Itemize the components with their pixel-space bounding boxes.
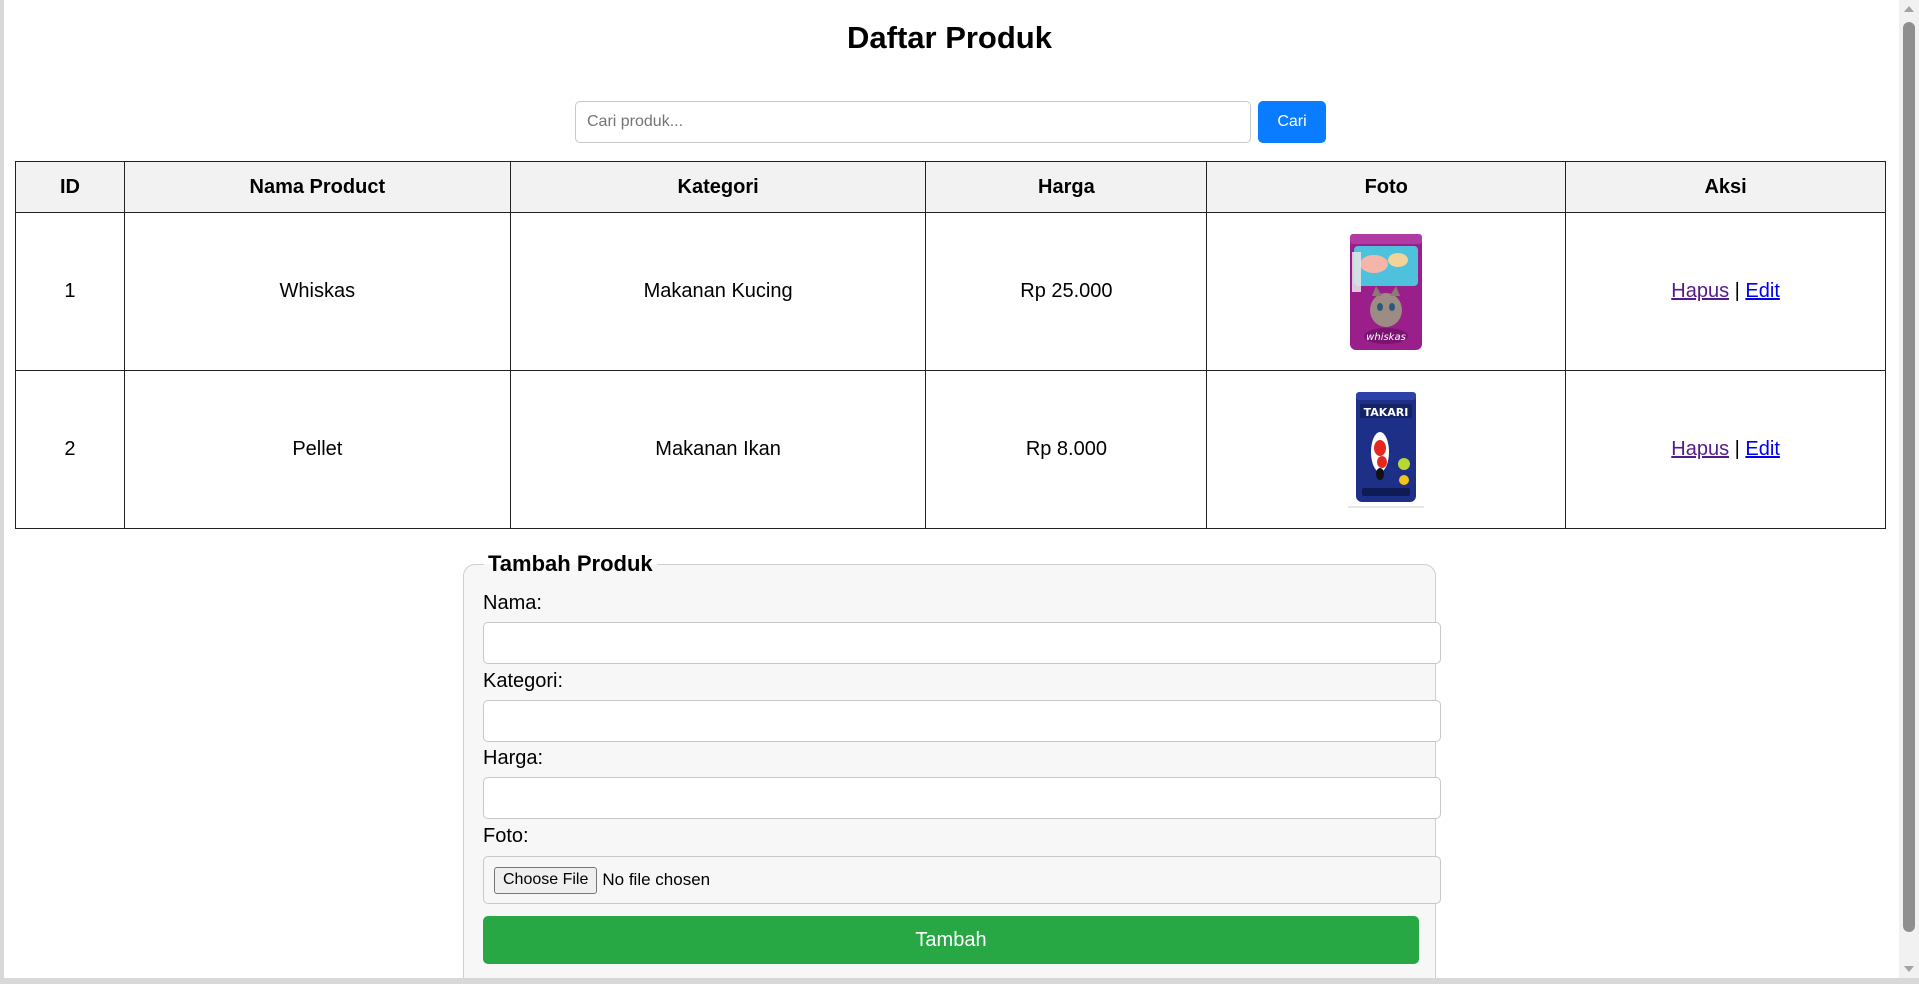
cell-price: Rp 25.000 (925, 212, 1208, 371)
cell-id: 2 (15, 370, 125, 529)
window-frame-bottom (0, 978, 1919, 984)
delete-link[interactable]: Hapus (1671, 438, 1729, 460)
scroll-up-icon[interactable] (1904, 6, 1914, 12)
page-content: Daftar Produk Cari ID Nama Product Kateg… (0, 0, 1899, 980)
cell-category: Makanan Kucing (509, 212, 927, 371)
file-status: No file chosen (602, 870, 711, 889)
header-price: Harga (925, 161, 1208, 213)
add-product-button[interactable]: Tambah (483, 916, 1419, 964)
svg-text:TAKARI: TAKARI (1364, 406, 1409, 419)
price-label: Harga: (483, 747, 544, 769)
table-row: 2 Pellet Makanan Ikan Rp 8.000 TAKARI Ha… (15, 370, 1886, 529)
table-header-row: ID Nama Product Kategori Harga Foto Aksi (15, 161, 1886, 213)
header-actions: Aksi (1565, 161, 1886, 213)
header-photo: Foto (1206, 161, 1567, 213)
cell-price: Rp 8.000 (925, 370, 1208, 529)
page-title: Daftar Produk (847, 20, 1052, 55)
table-row: 1 Whiskas Makanan Kucing Rp 25.000 whisk… (15, 212, 1886, 371)
photo-label: Foto: (483, 825, 529, 847)
scrollbar-thumb[interactable] (1903, 22, 1915, 932)
name-label: Nama: (483, 592, 542, 614)
name-field[interactable] (483, 622, 1441, 664)
cell-name: Whiskas (123, 212, 511, 371)
cell-photo: TAKARI (1206, 370, 1567, 529)
scrollbar[interactable] (1899, 0, 1919, 978)
photo-file-input[interactable]: Choose File No file chosen (483, 856, 1441, 904)
cell-id: 1 (15, 212, 125, 371)
search-input[interactable] (575, 101, 1251, 143)
search-form: Cari (575, 101, 1326, 143)
edit-link[interactable]: Edit (1745, 280, 1779, 302)
takari-bag-image: TAKARI (1348, 391, 1425, 508)
cell-name: Pellet (123, 370, 511, 529)
search-button[interactable]: Cari (1258, 101, 1326, 143)
svg-text:whiskas: whiskas (1366, 332, 1406, 343)
delete-link[interactable]: Hapus (1671, 280, 1729, 302)
choose-file-button[interactable]: Choose File (494, 866, 598, 894)
header-id: ID (15, 161, 125, 213)
action-separator: | (1734, 438, 1740, 460)
form-legend: Tambah Produk (488, 551, 653, 576)
cell-photo: whiskas (1206, 212, 1567, 371)
whiskas-bag-image: whiskas (1350, 233, 1423, 350)
price-field[interactable] (483, 777, 1441, 819)
edit-link[interactable]: Edit (1745, 438, 1779, 460)
category-field[interactable] (483, 700, 1441, 742)
scroll-down-icon[interactable] (1904, 966, 1914, 972)
cell-category: Makanan Ikan (509, 370, 927, 529)
action-separator: | (1734, 280, 1740, 302)
cell-actions: Hapus | Edit (1565, 212, 1886, 371)
category-label: Kategori: (483, 670, 564, 692)
header-category: Kategori (509, 161, 927, 213)
header-name: Nama Product (123, 161, 511, 213)
product-table: ID Nama Product Kategori Harga Foto Aksi… (15, 161, 1886, 529)
cell-actions: Hapus | Edit (1565, 370, 1886, 529)
